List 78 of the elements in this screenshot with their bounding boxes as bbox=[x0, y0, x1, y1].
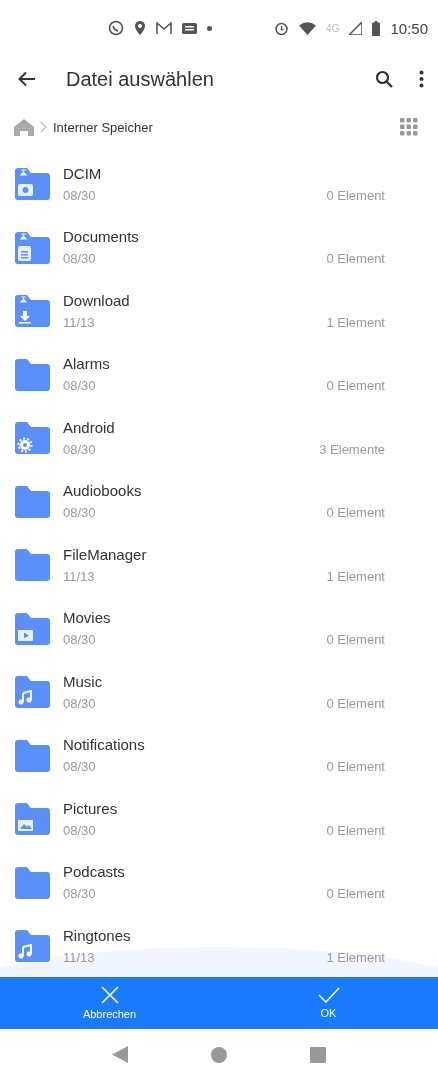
folder-date: 08/30 bbox=[63, 886, 96, 902]
folder-date: 08/30 bbox=[63, 441, 96, 457]
folder-icon bbox=[15, 738, 50, 772]
folder-name[interactable]: FileManager bbox=[63, 545, 147, 563]
folder-icon bbox=[15, 167, 50, 201]
ok-button[interactable]: OK bbox=[219, 977, 438, 1029]
cancel-button[interactable]: Abbrechen bbox=[0, 977, 219, 1029]
folder-name[interactable]: Documents bbox=[63, 228, 139, 246]
item-count: 0 Element bbox=[326, 505, 385, 521]
folder-date: 08/30 bbox=[63, 822, 96, 838]
folder-date: 11/13 bbox=[63, 314, 95, 330]
folder-date: 08/30 bbox=[63, 695, 96, 711]
home-icon[interactable] bbox=[14, 118, 34, 136]
folder-name[interactable]: Music bbox=[63, 672, 103, 690]
item-count: 3 Elemente bbox=[319, 441, 385, 457]
folder-date: 11/13 bbox=[63, 568, 95, 584]
folder-icon bbox=[15, 548, 50, 582]
folder-name[interactable]: Alarms bbox=[63, 355, 110, 373]
chevron-icon bbox=[40, 121, 47, 133]
clock: 10:50 bbox=[390, 19, 428, 37]
folder-name[interactable]: Movies bbox=[63, 609, 111, 627]
folder-name[interactable]: Ringtones bbox=[63, 926, 131, 944]
item-count: 0 Element bbox=[326, 632, 385, 648]
dot-icon bbox=[207, 25, 212, 31]
item-count: 1 Element bbox=[326, 314, 385, 330]
folder-name[interactable]: Notifications bbox=[63, 736, 145, 754]
screen-title: Datei auswählen bbox=[66, 67, 215, 91]
grid-view-icon[interactable] bbox=[400, 118, 418, 136]
folder-icon bbox=[15, 865, 50, 899]
wifi-icon bbox=[299, 21, 317, 35]
item-count: 0 Element bbox=[326, 759, 385, 775]
item-count: 0 Element bbox=[326, 886, 385, 902]
folder-icon bbox=[15, 230, 50, 264]
item-count: 0 Element bbox=[326, 695, 385, 711]
back-nav-icon[interactable] bbox=[111, 1046, 128, 1063]
check-icon bbox=[317, 987, 340, 1003]
folder-name[interactable]: Download bbox=[63, 291, 130, 309]
folder-icon bbox=[15, 294, 50, 328]
folder-icon bbox=[15, 929, 50, 963]
folder-date: 08/30 bbox=[63, 632, 96, 648]
location-icon bbox=[134, 20, 146, 36]
item-count: 0 Element bbox=[326, 822, 385, 838]
folder-date: 11/13 bbox=[63, 949, 95, 965]
folder-icon bbox=[15, 357, 50, 391]
chat-icon bbox=[108, 20, 124, 36]
back-icon[interactable] bbox=[18, 71, 36, 87]
home-nav-icon[interactable] bbox=[211, 1046, 227, 1063]
item-count: 1 Element bbox=[326, 568, 385, 584]
folder-name[interactable]: Audiobooks bbox=[63, 482, 142, 500]
item-count: 0 Element bbox=[326, 378, 385, 394]
item-count: 0 Element bbox=[326, 251, 385, 267]
network-label: 4G bbox=[326, 22, 340, 34]
folder-date: 08/30 bbox=[63, 759, 96, 775]
breadcrumb-item[interactable]: Interner Speicher bbox=[53, 119, 394, 135]
item-count: 0 Element bbox=[326, 187, 385, 203]
folder-date: 08/30 bbox=[63, 505, 96, 521]
folder-icon bbox=[15, 802, 50, 836]
close-icon bbox=[100, 986, 119, 1004]
item-count: 1 Element bbox=[326, 949, 385, 965]
folder-icon bbox=[15, 611, 50, 645]
recents-nav-icon[interactable] bbox=[310, 1046, 327, 1063]
folder-icon bbox=[15, 421, 50, 455]
search-icon[interactable] bbox=[375, 70, 393, 88]
alarm-icon bbox=[274, 20, 290, 36]
folder-date: 08/30 bbox=[63, 378, 96, 394]
folder-icon bbox=[15, 484, 50, 518]
more-icon[interactable] bbox=[419, 70, 424, 88]
folder-name[interactable]: Android bbox=[63, 418, 115, 436]
signal-icon bbox=[349, 21, 363, 35]
mail-icon bbox=[156, 21, 172, 35]
folder-date: 08/30 bbox=[63, 187, 96, 203]
folder-name[interactable]: DCIM bbox=[63, 164, 102, 182]
folder-date: 08/30 bbox=[63, 251, 96, 267]
card-icon bbox=[182, 22, 197, 34]
folder-name[interactable]: Podcasts bbox=[63, 863, 125, 881]
battery-icon bbox=[372, 20, 381, 36]
folder-name[interactable]: Pictures bbox=[63, 799, 118, 817]
folder-icon bbox=[15, 675, 50, 709]
